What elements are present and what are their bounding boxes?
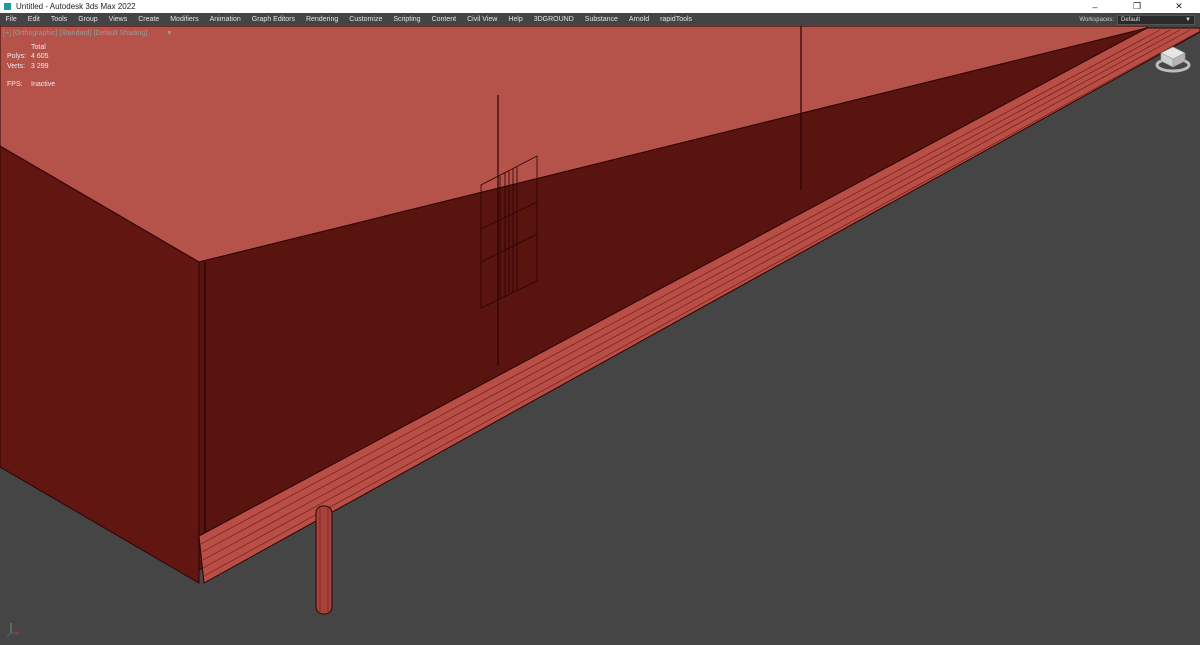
filter-icon[interactable]: ▼ bbox=[166, 30, 173, 37]
window-controls: – ❐ ✕ bbox=[1074, 0, 1200, 13]
menu-views[interactable]: Views bbox=[103, 16, 133, 23]
fps-label: FPS: bbox=[7, 80, 23, 88]
menu-rendering[interactable]: Rendering bbox=[300, 16, 343, 23]
workspace-label: Workspaces: bbox=[1079, 16, 1114, 23]
window-title: Untitled - Autodesk 3ds Max 2022 bbox=[16, 2, 136, 11]
menu-animation[interactable]: Animation bbox=[204, 16, 246, 23]
cabinet-leg bbox=[315, 505, 333, 615]
viewport-label[interactable]: [+] [Orthographic] [Standard] [Default S… bbox=[3, 30, 147, 37]
title-bar: Untitled - Autodesk 3ds Max 2022 – ❐ ✕ bbox=[0, 0, 1200, 13]
menu-tools[interactable]: Tools bbox=[45, 16, 72, 23]
menu-3dground[interactable]: 3DGROUND bbox=[528, 16, 579, 23]
menu-civil-view[interactable]: Civil View bbox=[462, 16, 503, 23]
close-icon: ✕ bbox=[1175, 1, 1183, 11]
menu-rapidtools[interactable]: rapidTools bbox=[655, 16, 698, 23]
menu-content[interactable]: Content bbox=[426, 16, 462, 23]
menu-customize[interactable]: Customize bbox=[344, 16, 388, 23]
stats-header: Total bbox=[31, 44, 46, 51]
menu-create[interactable]: Create bbox=[133, 16, 165, 23]
menu-substance[interactable]: Substance bbox=[579, 16, 623, 23]
menu-modifiers[interactable]: Modifiers bbox=[165, 16, 204, 23]
menu-arnold[interactable]: Arnold bbox=[623, 16, 654, 23]
verts-label: Verts: bbox=[7, 62, 25, 70]
scene-render bbox=[0, 26, 1200, 645]
menu-graph-editors[interactable]: Graph Editors bbox=[246, 16, 300, 23]
menu-file[interactable]: File bbox=[0, 16, 22, 23]
minimize-icon: – bbox=[1092, 1, 1098, 12]
workspace-select[interactable]: Default ▼ bbox=[1117, 14, 1195, 25]
scene-statistics: Total Polys: 4 605 Verts: 3 299 FPS: Inacti… bbox=[7, 43, 55, 89]
viewcube-icon[interactable] bbox=[1155, 43, 1191, 73]
menu-group[interactable]: Group bbox=[73, 16, 103, 23]
minimize-button[interactable]: – bbox=[1074, 0, 1116, 13]
polys-label: Polys: bbox=[7, 53, 27, 61]
axis-tripod-icon bbox=[6, 623, 19, 637]
workspace-switcher: Workspaces: Default ▼ bbox=[1079, 14, 1195, 25]
menu-help[interactable]: Help bbox=[503, 16, 528, 23]
fps-value: Inactive bbox=[31, 80, 56, 88]
app-icon bbox=[4, 3, 11, 10]
polys-value: 4 605 bbox=[31, 53, 49, 61]
menu-scripting[interactable]: Scripting bbox=[388, 16, 426, 23]
restore-button[interactable]: ❐ bbox=[1116, 0, 1158, 13]
verts-value: 3 299 bbox=[31, 62, 49, 70]
menu-bar: File Edit Tools Group Views Create Modif… bbox=[0, 13, 1200, 26]
menu-edit[interactable]: Edit bbox=[22, 16, 45, 23]
chevron-down-icon: ▼ bbox=[1185, 16, 1191, 23]
workspace-value: Default bbox=[1121, 16, 1141, 23]
viewport[interactable]: [+] [Orthographic] [Standard] [Default S… bbox=[0, 26, 1200, 645]
close-button[interactable]: ✕ bbox=[1158, 0, 1200, 13]
restore-icon: ❐ bbox=[1132, 1, 1142, 11]
